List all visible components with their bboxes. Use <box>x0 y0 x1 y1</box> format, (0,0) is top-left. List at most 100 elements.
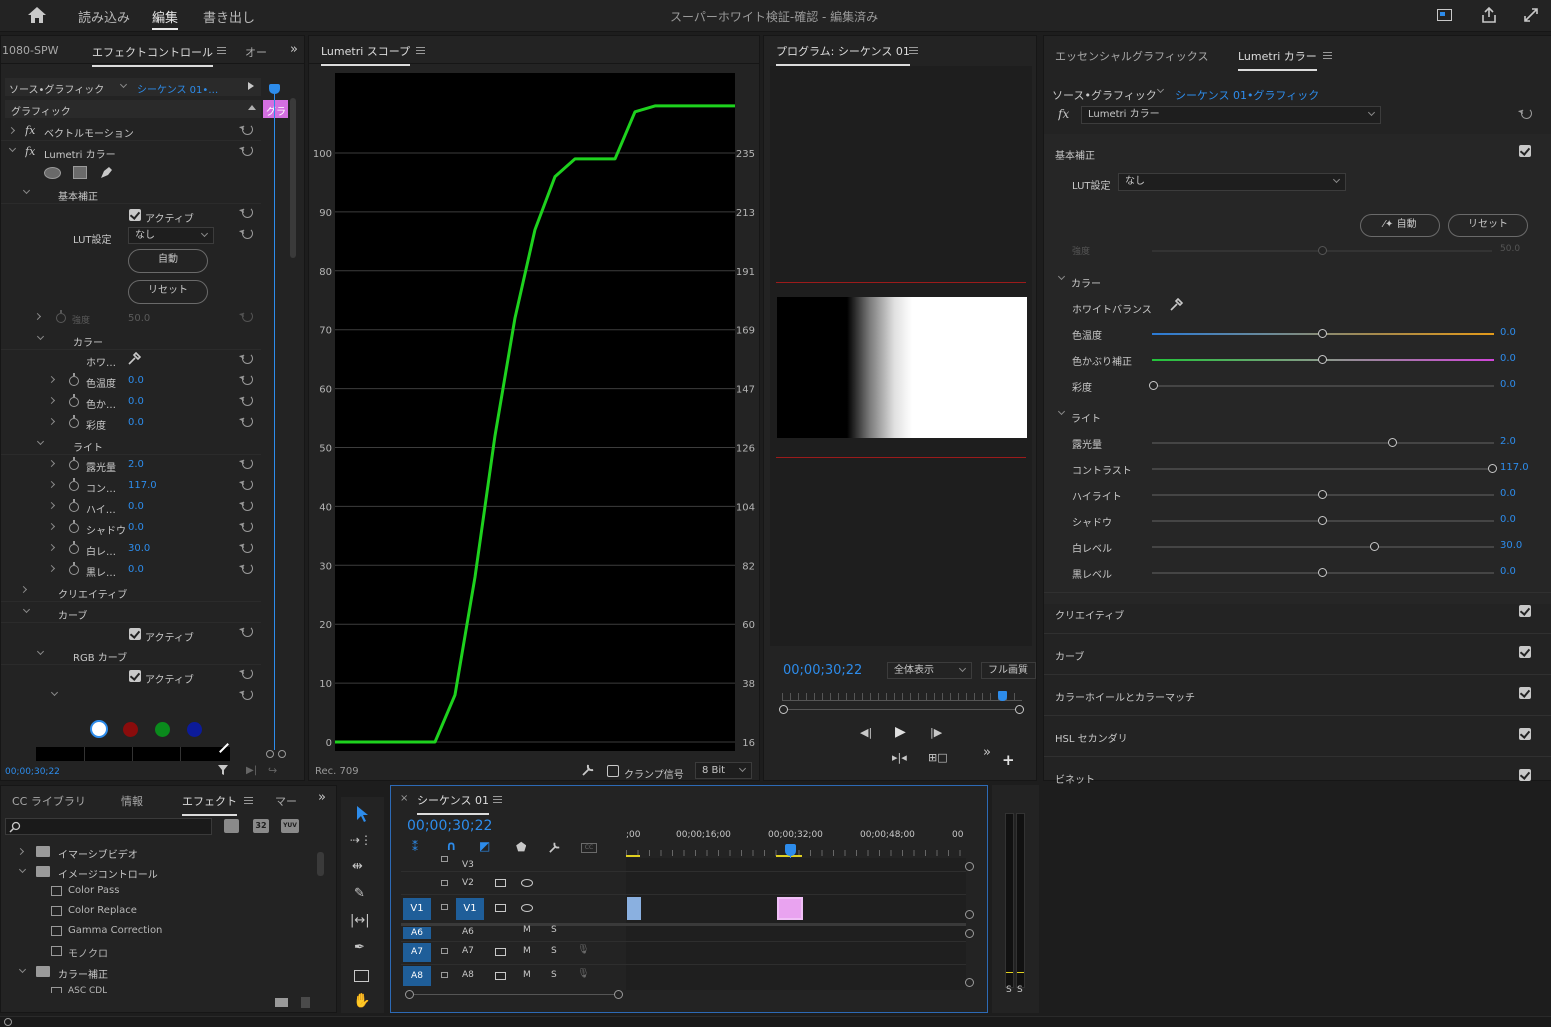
contrast-value[interactable]: 117.0 <box>1500 462 1529 473</box>
selection-tool-icon[interactable] <box>354 805 370 823</box>
tab-effect-controls[interactable]: エフェクトコントロール <box>92 44 213 67</box>
ellipse-mask-icon[interactable] <box>44 167 61 179</box>
eye-icon[interactable] <box>521 879 533 887</box>
nav-import[interactable]: 読み込み <box>78 7 130 26</box>
reset-icon[interactable] <box>242 311 253 322</box>
temperature-value[interactable]: 0.0 <box>1500 327 1516 338</box>
effect-controls-scrollbar[interactable] <box>290 98 296 258</box>
eye-icon[interactable] <box>521 904 533 912</box>
color-wheels-enable-checkbox[interactable] <box>1519 687 1531 699</box>
expand-vector-motion-icon[interactable] <box>7 126 16 135</box>
eyedropper-icon[interactable] <box>1169 298 1183 312</box>
highlight-slider[interactable] <box>1152 490 1494 499</box>
expand-param-icon[interactable] <box>47 564 56 573</box>
panel-overflow-icon[interactable]: » <box>290 42 298 57</box>
contrast-slider[interactable] <box>1152 464 1497 473</box>
tab-program-monitor[interactable]: プログラム: シーケンス 01 <box>776 43 910 66</box>
temperature-slider[interactable] <box>1152 329 1494 338</box>
curve-white-channel[interactable] <box>90 720 108 738</box>
program-timecode[interactable]: 00;00;30;22 <box>783 663 862 678</box>
mini-playhead[interactable] <box>274 90 275 750</box>
accelerated-effects-icon[interactable] <box>224 819 239 833</box>
hsl-enable-checkbox[interactable] <box>1519 728 1531 740</box>
contrast-knob[interactable] <box>1488 464 1497 473</box>
reset-icon[interactable] <box>242 395 253 406</box>
basic-enable-checkbox[interactable] <box>1519 145 1531 157</box>
expand-curve-icon[interactable] <box>22 605 31 614</box>
sync-icon[interactable] <box>495 972 506 980</box>
expand-color-icon[interactable] <box>36 332 45 341</box>
tab-lumetri-color[interactable]: Lumetri カラー <box>1238 48 1317 71</box>
sync-icon[interactable] <box>495 879 506 887</box>
hand-tool-icon[interactable]: ✋ <box>353 993 370 1009</box>
section-creative[interactable]: クリエイティブ <box>1044 592 1551 632</box>
exposure-knob[interactable] <box>1388 438 1397 447</box>
rgb-active-checkbox[interactable] <box>129 670 141 682</box>
curve-red-channel[interactable] <box>123 722 138 737</box>
exposure-slider[interactable] <box>1152 438 1494 447</box>
sequence-clip-label[interactable]: シーケンス 01•グラフィック <box>1175 87 1319 103</box>
exposure-value[interactable]: 2.0 <box>128 459 144 470</box>
expand-param-icon[interactable] <box>47 375 56 384</box>
play-icon[interactable]: ▶ <box>895 724 906 740</box>
tint-slider[interactable] <box>1152 355 1494 364</box>
white-level-knob[interactable] <box>1370 542 1379 551</box>
filter-icon[interactable] <box>217 764 229 776</box>
solo-left-button[interactable]: S <box>1006 985 1012 995</box>
section-hsl[interactable]: HSL セカンダリ <box>1044 715 1551 755</box>
tab-lumetri-scope[interactable]: Lumetri スコープ <box>321 43 411 66</box>
black-level-knob[interactable] <box>1318 568 1327 577</box>
source-patch-a8[interactable]: A8 <box>403 966 431 986</box>
stopwatch-icon[interactable] <box>69 520 79 533</box>
tint-knob[interactable] <box>1318 355 1327 364</box>
basic-correction-header[interactable]: 基本補正 <box>1055 147 1095 162</box>
32bit-effects-icon[interactable]: 32 <box>253 819 269 833</box>
bit-depth-dropdown[interactable]: 8 Bit <box>695 762 752 779</box>
rect-mask-icon[interactable] <box>73 166 87 179</box>
reset-icon[interactable] <box>242 689 253 700</box>
highlight-value[interactable]: 0.0 <box>1500 488 1516 499</box>
reset-icon[interactable] <box>242 563 253 574</box>
saturation-value[interactable]: 0.0 <box>128 417 144 428</box>
saturation-value[interactable]: 0.0 <box>1500 379 1516 390</box>
shadow-knob[interactable] <box>1318 516 1327 525</box>
list-item[interactable]: Color Replace <box>68 905 137 916</box>
tab-audio[interactable]: オー <box>245 44 267 60</box>
voiceover-mic-icon[interactable]: 🎙 <box>577 944 590 955</box>
reset-button[interactable]: リセット <box>128 280 208 304</box>
lock-icon[interactable] <box>441 948 448 954</box>
lock-icon[interactable] <box>441 904 448 910</box>
eyedropper-icon[interactable] <box>127 352 141 366</box>
expand-param-icon[interactable] <box>47 417 56 426</box>
black-level-slider[interactable] <box>1152 568 1494 577</box>
mute-button[interactable]: M <box>523 946 531 956</box>
temperature-knob[interactable] <box>1318 329 1327 338</box>
white-level-slider[interactable] <box>1152 542 1494 551</box>
mini-playhead-handle[interactable] <box>269 84 280 94</box>
temperature-value[interactable]: 0.0 <box>128 375 144 386</box>
collapse-up-icon[interactable] <box>248 105 256 110</box>
panel-menu-icon[interactable] <box>909 47 918 54</box>
yuv-effects-icon[interactable]: YUV <box>281 819 299 833</box>
active-checkbox[interactable] <box>129 209 141 221</box>
nav-edit[interactable]: 編集 <box>152 7 178 26</box>
saturation-knob[interactable] <box>1149 381 1158 390</box>
black-level-value[interactable]: 0.0 <box>128 564 144 575</box>
stopwatch-icon[interactable] <box>69 457 79 470</box>
panel-menu-icon[interactable] <box>493 796 502 803</box>
reset-icon[interactable] <box>242 374 253 385</box>
program-scroll[interactable] <box>788 709 1015 710</box>
voiceover-mic-icon[interactable]: 🎙 <box>577 968 590 979</box>
add-button-icon[interactable]: + <box>1002 751 1015 769</box>
razor-tool-icon[interactable]: ✎ <box>354 886 365 901</box>
expand-curve-editor-icon[interactable] <box>50 688 59 697</box>
add-marker-icon[interactable]: ⬟ <box>516 840 526 854</box>
expand-rgb-curve-icon[interactable] <box>36 647 45 656</box>
clip-v1-video[interactable] <box>627 897 641 920</box>
lut-dropdown[interactable]: なし <box>1118 173 1346 191</box>
zoom-dropdown[interactable]: 全体表示 <box>887 662 972 679</box>
tint-value[interactable]: 0.0 <box>128 396 144 407</box>
reset-button[interactable]: リセット <box>1448 214 1528 237</box>
shadow-value[interactable]: 0.0 <box>1500 514 1516 525</box>
list-item[interactable]: カラー補正 <box>58 966 108 981</box>
